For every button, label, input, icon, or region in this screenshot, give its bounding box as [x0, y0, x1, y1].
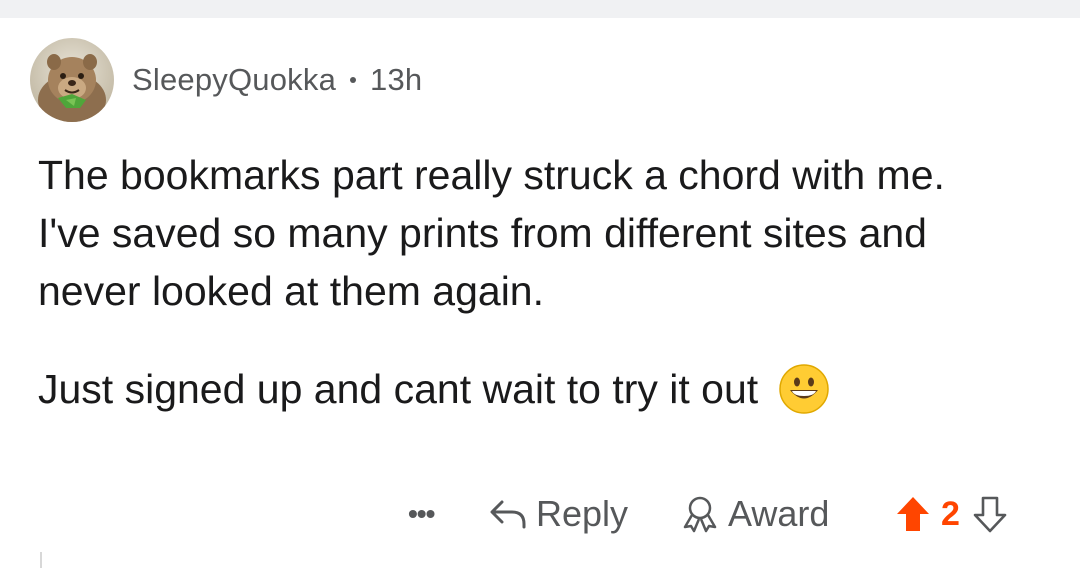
- reply-arrow-icon: [490, 500, 526, 529]
- top-strip: [0, 0, 1080, 18]
- comment-paragraph: The bookmarks part really struck a chord…: [38, 152, 945, 314]
- downvote-arrow-icon[interactable]: [972, 494, 1008, 534]
- timestamp: 13h: [370, 62, 423, 97]
- username[interactable]: SleepyQuokka: [132, 62, 336, 98]
- upvote-arrow-icon[interactable]: [895, 494, 931, 534]
- comment-paragraph: Just signed up and cant wait to try it o…: [38, 360, 998, 418]
- grinning-face-emoji-icon: [778, 363, 830, 415]
- reply-button[interactable]: Reply: [488, 488, 628, 540]
- vote-count: 2: [941, 494, 960, 533]
- comment-header: SleepyQuokka 13h: [30, 38, 422, 122]
- comment-meta: SleepyQuokka 13h: [132, 62, 422, 98]
- comment-body: The bookmarks part really struck a chord…: [38, 146, 998, 418]
- comment-actions: ••• Reply Award 2: [0, 488, 1080, 540]
- award-ribbon-icon: [683, 496, 717, 533]
- separator-dot: [350, 77, 357, 83]
- thread-line: [40, 552, 42, 568]
- more-dots-icon: •••: [408, 498, 435, 529]
- avatar-image: [30, 38, 114, 122]
- more-options-button[interactable]: •••: [408, 488, 435, 540]
- comment-paragraph-text: Just signed up and cant wait to try it o…: [38, 366, 759, 412]
- award-label: Award: [728, 493, 830, 534]
- reply-label: Reply: [536, 493, 629, 534]
- vote-controls: 2: [895, 488, 1008, 540]
- award-button[interactable]: Award: [680, 488, 829, 540]
- avatar[interactable]: [30, 38, 114, 122]
